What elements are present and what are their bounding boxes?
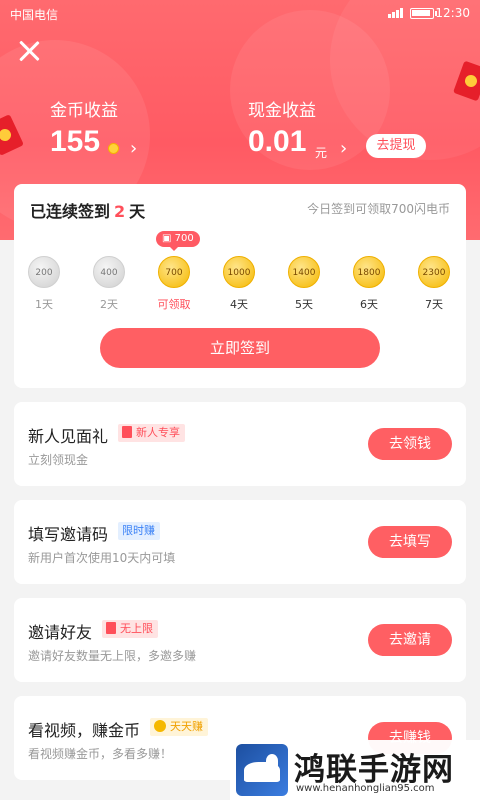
site-logo-icon — [236, 744, 288, 796]
task-card-invite-friends: 邀请好友 无上限 邀请好友数量无上限，多邀多赚 去邀请 — [14, 598, 466, 682]
task-subtitle: 立刻领现金 — [28, 453, 89, 467]
battery-icon — [410, 8, 437, 19]
clock: 12:30 — [435, 6, 470, 20]
task-tag: 天天赚 — [150, 718, 208, 736]
coin-icon: 400 — [93, 256, 125, 288]
task-tag-label: 无上限 — [120, 622, 153, 635]
coin-icon — [154, 720, 166, 732]
task-tag: 新人专享 — [118, 424, 185, 442]
fill-code-button[interactable]: 去填写 — [368, 526, 452, 558]
chevron-right-icon[interactable]: › — [340, 138, 347, 159]
signin-day-1: 200 1天 — [14, 256, 74, 312]
signin-streak-title: 已连续签到 2 天 — [30, 198, 145, 222]
coin-icon: 700 — [158, 256, 190, 288]
task-card-newbie-gift: 新人见面礼 新人专享 立刻领现金 去领钱 — [14, 402, 466, 486]
chevron-right-icon[interactable]: › — [130, 138, 137, 159]
task-title: 新人见面礼 — [28, 427, 109, 446]
today-reward-value: 700 — [174, 233, 194, 244]
cash-earnings-label: 现金收益 — [248, 101, 316, 121]
watermark-url: www.henanhonglian95.com — [296, 783, 435, 794]
signin-hint: 今日签到可领取700闪电币 — [307, 202, 450, 216]
signin-button[interactable]: 立即签到 — [100, 328, 380, 368]
coin-earnings-value[interactable]: 155 — [50, 125, 100, 159]
signin-day-label: 1天 — [35, 298, 53, 311]
cash-earnings-value[interactable]: 0.01 — [248, 125, 306, 159]
signin-day-4: 1000 4天 — [209, 256, 269, 312]
task-title: 填写邀请码 — [28, 525, 109, 544]
signin-day-5: 1400 5天 — [274, 256, 334, 312]
signin-day-label: 5天 — [295, 298, 313, 311]
signin-day-7: 2300 7天 — [404, 256, 464, 312]
status-bar: 中国电信 12:30 — [0, 0, 480, 26]
coin-icon — [108, 143, 119, 154]
signin-day-label: 4天 — [230, 298, 248, 311]
task-tag: 限时赚 — [118, 522, 160, 540]
task-title: 看视频，赚金币 — [28, 721, 141, 740]
signin-day-label: 6天 — [360, 298, 378, 311]
signin-day-6: 1800 6天 — [339, 256, 399, 312]
invite-button[interactable]: 去邀请 — [368, 624, 452, 656]
coin-icon: 1400 — [288, 256, 320, 288]
task-subtitle: 邀请好友数量无上限，多邀多赚 — [28, 649, 197, 663]
task-tag: 无上限 — [102, 620, 158, 638]
task-tag-label: 限时赚 — [122, 524, 155, 537]
signin-day-3[interactable]: 700 可领取 — [144, 256, 204, 312]
signin-streak-days: 2 — [114, 202, 126, 221]
site-watermark: 鸿联手游网 www.henanhonglian95.com — [230, 740, 480, 800]
task-card-invite-code: 填写邀请码 限时赚 新用户首次使用10天内可填 去填写 — [14, 500, 466, 584]
coin-earnings-label: 金币收益 — [50, 101, 118, 121]
signal-icon — [388, 8, 404, 18]
task-subtitle: 新用户首次使用10天内可填 — [28, 551, 176, 565]
signin-day-2: 400 2天 — [79, 256, 139, 312]
signin-day-label: 可领取 — [157, 298, 191, 311]
red-packet-icon — [106, 622, 116, 634]
task-subtitle: 看视频赚金币，多看多赚！ — [28, 747, 173, 761]
task-title: 邀请好友 — [28, 623, 93, 642]
task-tag-label: 天天赚 — [170, 720, 203, 733]
coin-icon: 1800 — [353, 256, 385, 288]
coin-icon: 200 — [28, 256, 60, 288]
signin-card: 已连续签到 2 天 今日签到可领取700闪电币 ▣ 700 200 1天 400 2… — [14, 184, 466, 388]
signin-title-suffix: 天 — [129, 202, 146, 221]
red-packet-icon — [122, 426, 132, 438]
signin-day-label: 7天 — [425, 298, 443, 311]
coin-icon: 2300 — [418, 256, 450, 288]
claim-cash-button[interactable]: 去领钱 — [368, 428, 452, 460]
close-icon[interactable] — [16, 38, 42, 64]
withdraw-button[interactable]: 去提现 — [366, 134, 426, 158]
signin-day-label: 2天 — [100, 298, 118, 311]
carrier-label: 中国电信 — [10, 8, 59, 22]
today-reward-badge: ▣ 700 — [156, 231, 200, 251]
signin-title-prefix: 已连续签到 — [30, 202, 111, 221]
coin-icon: 1000 — [223, 256, 255, 288]
cash-unit: 元 — [315, 146, 328, 160]
task-tag-label: 新人专享 — [136, 426, 180, 439]
